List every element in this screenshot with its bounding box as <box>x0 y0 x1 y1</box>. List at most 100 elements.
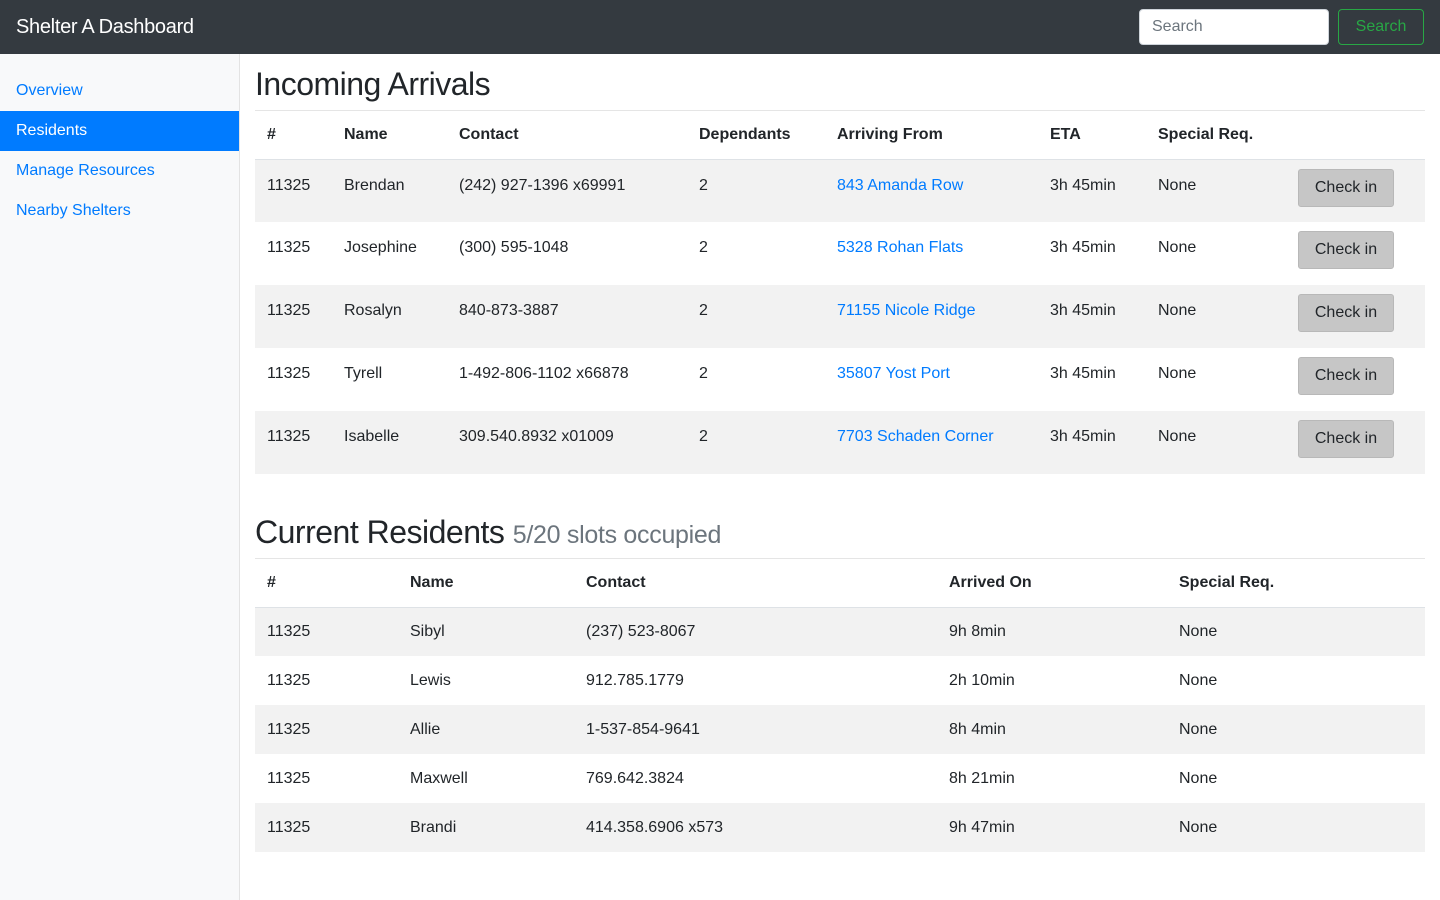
check-in-button[interactable]: Check in <box>1298 168 1394 207</box>
sidebar: Overview Residents Manage Resources Near… <box>0 54 240 900</box>
arrival-name: Isabelle <box>344 428 400 445</box>
column-header: Name <box>332 111 447 160</box>
check-in-button[interactable]: Check in <box>1298 294 1394 332</box>
arrival-dependants: 2 <box>699 302 708 319</box>
column-header: Dependants <box>687 111 825 160</box>
resident-arrived-on: 9h 47min <box>949 818 1015 836</box>
arrival-id: 11325 <box>267 428 311 445</box>
arrival-eta: 3h 45min <box>1050 365 1116 382</box>
resident-contact: 414.358.6906 x573 <box>586 818 724 836</box>
sidebar-item-residents[interactable]: Residents <box>0 111 239 151</box>
incoming-arrivals-title: Incoming Arrivals <box>255 66 491 102</box>
table-header-row: # Name Contact Dependants Arriving From … <box>255 111 1425 160</box>
arrival-name: Tyrell <box>344 365 383 382</box>
table-row: 11325 Brendan (242) 927-1396 x69991 2 84… <box>255 159 1425 222</box>
resident-id: 11325 <box>267 818 311 836</box>
column-header: Name <box>398 559 574 608</box>
arrival-from-cell: 71155 Nicole Ridge <box>825 285 1038 348</box>
resident-id: 11325 <box>267 622 311 640</box>
column-header: Contact <box>447 111 687 160</box>
sidebar-item-nearby-shelters[interactable]: Nearby Shelters <box>0 191 239 231</box>
arrival-action-cell: Check in <box>1286 411 1425 474</box>
top-navbar: Shelter A Dashboard Search <box>0 0 1440 54</box>
resident-name: Lewis <box>410 671 451 689</box>
arrival-contact: 840-873-3887 <box>459 302 559 319</box>
arrival-id: 11325 <box>267 176 311 194</box>
resident-special-req: None <box>1179 622 1218 640</box>
column-header: Contact <box>574 559 937 608</box>
column-header: ETA <box>1038 111 1146 160</box>
column-header: # <box>255 111 332 160</box>
arrival-dependants: 2 <box>699 365 708 382</box>
resident-name: Brandi <box>410 818 457 836</box>
arrival-action-cell: Check in <box>1286 348 1425 411</box>
search-form: Search <box>1139 9 1424 45</box>
arrival-contact: (242) 927-1396 x69991 <box>459 176 626 194</box>
check-in-button[interactable]: Check in <box>1298 231 1394 269</box>
resident-special-req: None <box>1179 720 1218 738</box>
arrival-from-cell: 7703 Schaden Corner <box>825 411 1038 474</box>
arriving-from-link[interactable]: 7703 Schaden Corner <box>837 428 994 445</box>
arrival-eta: 3h 45min <box>1050 239 1116 256</box>
table-row: 11325 Isabelle 309.540.8932 x01009 2 770… <box>255 411 1425 474</box>
incoming-arrivals-table: # Name Contact Dependants Arriving From … <box>255 111 1425 474</box>
arriving-from-link[interactable]: 71155 Nicole Ridge <box>837 302 975 319</box>
current-residents-table: # Name Contact Arrived On Special Req. 1… <box>255 559 1425 852</box>
arrival-special-req: None <box>1158 239 1197 256</box>
search-button[interactable]: Search <box>1338 9 1424 45</box>
arrival-id: 11325 <box>267 239 311 256</box>
brand-title[interactable]: Shelter A Dashboard <box>16 16 194 39</box>
arrival-id: 11325 <box>267 365 311 382</box>
column-header: Special Req. <box>1146 111 1286 160</box>
resident-arrived-on: 9h 8min <box>949 622 1006 640</box>
arrival-from-cell: 5328 Rohan Flats <box>825 222 1038 285</box>
arrival-eta: 3h 45min <box>1050 428 1116 445</box>
resident-special-req: None <box>1179 671 1218 689</box>
incoming-arrivals-heading: Incoming Arrivals <box>255 66 1425 111</box>
arrival-special-req: None <box>1158 176 1197 194</box>
table-row: 11325 Lewis 912.785.1779 2h 10min None <box>255 656 1425 705</box>
table-row: 11325 Allie 1-537-854-9641 8h 4min None <box>255 705 1425 754</box>
arrival-action-cell: Check in <box>1286 222 1425 285</box>
check-in-button[interactable]: Check in <box>1298 420 1394 458</box>
resident-id: 11325 <box>267 769 311 787</box>
arriving-from-link[interactable]: 35807 Yost Port <box>837 365 950 382</box>
column-header: # <box>255 559 398 608</box>
resident-arrived-on: 2h 10min <box>949 671 1015 689</box>
arrival-special-req: None <box>1158 302 1197 319</box>
resident-arrived-on: 8h 4min <box>949 720 1006 738</box>
table-row: 11325 Brandi 414.358.6906 x573 9h 47min … <box>255 803 1425 852</box>
sidebar-item-overview[interactable]: Overview <box>0 71 239 111</box>
arrival-action-cell: Check in <box>1286 159 1425 222</box>
column-header: Special Req. <box>1167 559 1425 608</box>
resident-name: Sibyl <box>410 622 445 640</box>
check-in-button[interactable]: Check in <box>1298 357 1394 395</box>
resident-name: Maxwell <box>410 769 468 787</box>
search-input[interactable] <box>1139 9 1329 45</box>
arrival-contact: (300) 595-1048 <box>459 239 569 256</box>
resident-special-req: None <box>1179 769 1218 787</box>
arrival-from-cell: 843 Amanda Row <box>825 159 1038 222</box>
arrival-id: 11325 <box>267 302 311 319</box>
arrival-eta: 3h 45min <box>1050 302 1116 319</box>
arrival-dependants: 2 <box>699 176 708 194</box>
sidebar-item-manage-resources[interactable]: Manage Resources <box>0 151 239 191</box>
arriving-from-link[interactable]: 5328 Rohan Flats <box>837 239 963 256</box>
slots-occupied-subtitle: 5/20 slots occupied <box>512 521 722 549</box>
column-header: Arrived On <box>937 559 1167 608</box>
resident-name: Allie <box>410 720 441 738</box>
current-residents-heading: Current Residents 5/20 slots occupied <box>255 514 1425 559</box>
arrival-name: Rosalyn <box>344 302 402 319</box>
table-row: 11325 Tyrell 1-492-806-1102 x66878 2 358… <box>255 348 1425 411</box>
table-header-row: # Name Contact Arrived On Special Req. <box>255 559 1425 608</box>
arrival-from-cell: 35807 Yost Port <box>825 348 1038 411</box>
arrival-contact: 309.540.8932 x01009 <box>459 428 614 445</box>
table-row: 11325 Josephine (300) 595-1048 2 5328 Ro… <box>255 222 1425 285</box>
arrival-action-cell: Check in <box>1286 285 1425 348</box>
table-row: 11325 Rosalyn 840-873-3887 2 71155 Nicol… <box>255 285 1425 348</box>
arrival-contact: 1-492-806-1102 x66878 <box>459 365 629 382</box>
resident-contact: 912.785.1779 <box>586 671 684 689</box>
resident-id: 11325 <box>267 720 311 738</box>
arrival-dependants: 2 <box>699 428 708 445</box>
arriving-from-link[interactable]: 843 Amanda Row <box>837 177 963 194</box>
